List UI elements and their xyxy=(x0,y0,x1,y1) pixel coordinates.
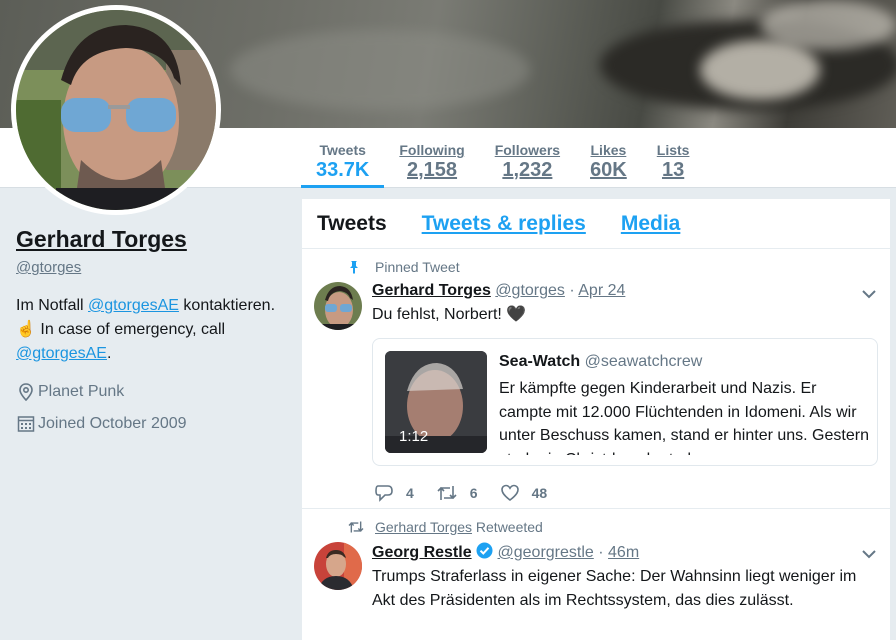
timeline: Tweets Tweets & replies Media Pinned Twe… xyxy=(302,199,890,640)
retweet-count: 6 xyxy=(469,485,478,501)
quoted-tweet-card[interactable]: 1:12 Sea-Watch @seawatchcrew Er kämpfte … xyxy=(372,338,878,466)
tweet-header: Georg Restle @georgrestle · 46m xyxy=(372,542,639,562)
profile-joined: Joined October 2009 xyxy=(16,414,286,434)
retweet-icon xyxy=(348,521,364,533)
stat-lists[interactable]: Lists 13 xyxy=(642,128,705,188)
stat-value: 60K xyxy=(590,159,627,181)
stat-likes[interactable]: Likes 60K xyxy=(575,128,642,188)
quoted-text: Er kämpfte gegen Kinderarbeit und Nazis.… xyxy=(499,380,869,455)
tweet-author-name[interactable]: Georg Restle xyxy=(372,544,472,561)
heart-icon xyxy=(500,484,519,502)
like-count: 48 xyxy=(531,485,548,501)
joined-text: Joined October 2009 xyxy=(38,415,187,432)
tweet-author-name[interactable]: Gerhard Torges xyxy=(372,282,491,299)
stat-following[interactable]: Following 2,158 xyxy=(384,128,479,188)
bio-link[interactable]: @gtorgesAE xyxy=(16,345,107,362)
tweet-context: Pinned Tweet xyxy=(347,259,460,275)
stat-label: Tweets xyxy=(319,142,366,158)
pin-icon xyxy=(350,261,358,274)
quoted-author-name: Sea-Watch xyxy=(499,353,581,370)
like-button[interactable]: 48 xyxy=(500,484,548,502)
stat-label: Likes xyxy=(590,142,627,158)
reply-count: 4 xyxy=(406,485,414,501)
stat-tweets[interactable]: Tweets 33.7K xyxy=(301,128,385,188)
tab-tweets-and-replies[interactable]: Tweets & replies xyxy=(422,212,586,236)
verified-badge-icon xyxy=(476,542,493,559)
profile-location: Planet Punk xyxy=(16,382,286,402)
retweet-icon xyxy=(437,486,457,500)
retweeted-label: Retweeted xyxy=(472,519,543,535)
retweeter-name[interactable]: Gerhard Torges xyxy=(375,519,472,535)
tweet-avatar[interactable] xyxy=(314,542,362,590)
video-thumbnail[interactable]: 1:12 xyxy=(385,351,487,453)
tweet-author-handle[interactable]: @gtorges xyxy=(495,282,565,299)
profile-avatar[interactable] xyxy=(11,5,221,215)
tweet-actions: 4 6 48 xyxy=(374,484,569,502)
video-duration: 1:12 xyxy=(399,428,429,445)
bio-link[interactable]: @gtorgesAE xyxy=(88,297,179,314)
avatar-image xyxy=(16,10,216,210)
calendar-icon xyxy=(17,416,35,432)
bio-text: . xyxy=(106,345,112,362)
chevron-down-icon[interactable] xyxy=(862,289,876,299)
quoted-author: Sea-Watch @seawatchcrew xyxy=(499,353,702,371)
profile-bio: Im Notfall @gtorgesAE kontaktieren. ☝️ I… xyxy=(16,294,286,366)
separator-dot: · xyxy=(569,282,575,299)
reply-icon xyxy=(375,485,393,502)
tweet-date[interactable]: 46m xyxy=(608,544,639,561)
location-pin-icon xyxy=(19,383,33,402)
stat-label: Followers xyxy=(494,142,561,158)
profile-name[interactable]: Gerhard Torges xyxy=(16,226,286,253)
tab-media[interactable]: Media xyxy=(621,212,681,236)
stat-value: 2,158 xyxy=(407,159,458,181)
tweet-retweet[interactable]: Gerhard Torges Retweeted Georg Restle @g… xyxy=(302,509,890,640)
profile-card: Gerhard Torges @gtorges Im Notfall @gtor… xyxy=(16,226,286,434)
quoted-author-handle: @seawatchcrew xyxy=(584,353,703,370)
retweet-button[interactable]: 6 xyxy=(436,484,478,502)
timeline-tabs: Tweets Tweets & replies Media xyxy=(302,199,890,249)
bio-text: Im Notfall xyxy=(16,297,89,314)
stat-value: 13 xyxy=(661,159,685,181)
chevron-down-icon[interactable] xyxy=(862,549,876,559)
pinned-label: Pinned Tweet xyxy=(375,259,460,275)
tweet-author-handle[interactable]: @georgrestle xyxy=(498,544,594,561)
stat-label: Following xyxy=(399,142,465,158)
tweet-avatar[interactable] xyxy=(314,282,362,330)
tweet-header: Gerhard Torges @gtorges · Apr 24 xyxy=(372,282,625,300)
separator-dot: · xyxy=(598,544,604,561)
tweet-pinned[interactable]: Pinned Tweet Gerhard Torges @gtorges · A… xyxy=(302,249,890,508)
stat-value: 1,232 xyxy=(502,159,553,181)
stat-followers[interactable]: Followers 1,232 xyxy=(480,128,575,188)
stat-value: 33.7K xyxy=(316,159,370,181)
tweet-context: Gerhard Torges Retweeted xyxy=(347,519,543,535)
tweet-date[interactable]: Apr 24 xyxy=(578,282,625,299)
profile-stats: Tweets 33.7K Following 2,158 Followers 1… xyxy=(301,128,704,188)
tweet-text: Du fehlst, Norbert! 🖤 xyxy=(372,306,527,323)
tab-tweets[interactable]: Tweets xyxy=(317,212,387,236)
tweet-text: Trumps Straferlass in eigener Sache: Der… xyxy=(372,568,857,609)
reply-button[interactable]: 4 xyxy=(374,484,414,502)
location-text: Planet Punk xyxy=(38,383,125,400)
stat-label: Lists xyxy=(656,142,690,158)
profile-handle[interactable]: @gtorges xyxy=(16,259,286,276)
